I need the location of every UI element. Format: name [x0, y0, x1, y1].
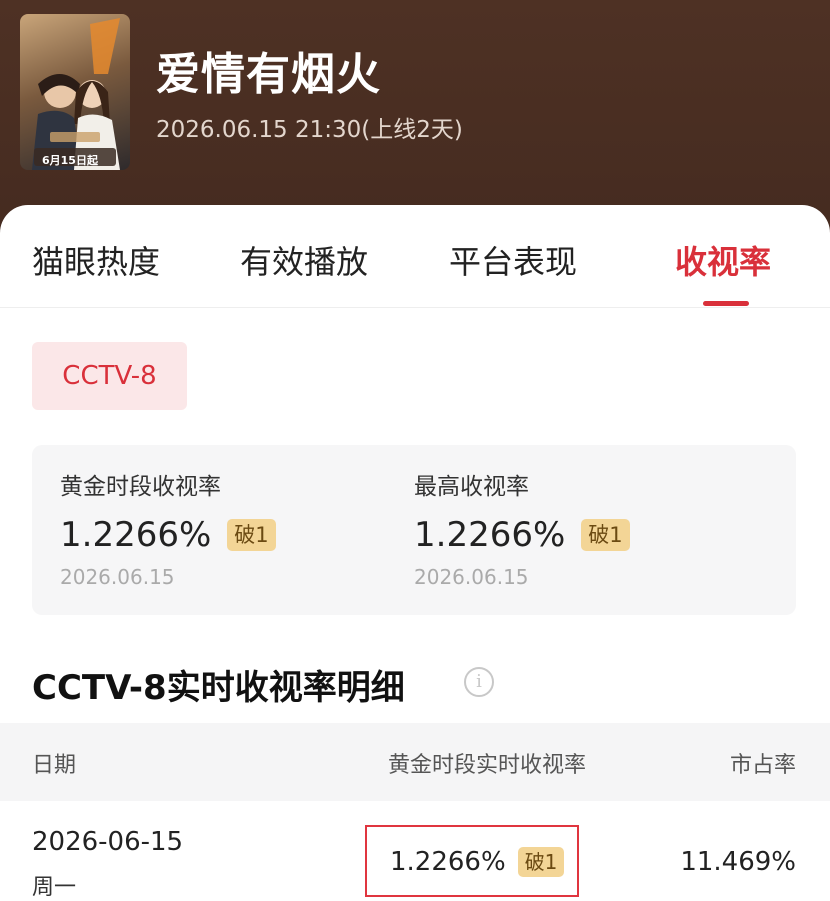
poster-image[interactable]: 6月15日起: [20, 14, 130, 170]
tab-ratings[interactable]: 收视率: [675, 237, 771, 283]
poster-date-text: 6月15日起: [42, 154, 98, 167]
break-one-badge: 破1: [581, 519, 630, 551]
row-rating-cell: 1.2266% 破1: [390, 847, 565, 877]
prime-time-rating-stat: 黄金时段收视率 1.2266% 破1 2026.06.15: [60, 467, 276, 589]
show-release-info: 2026.06.15 21:30(上线2天): [156, 117, 463, 143]
tab-bar: 猫眼热度 有效播放 平台表现 收视率: [0, 205, 830, 308]
tab-platform-performance[interactable]: 平台表现: [449, 237, 577, 283]
peak-rating-date: 2026.06.15: [414, 565, 529, 589]
table-header: 日期 黄金时段实时收视率 市占率: [0, 723, 830, 801]
tab-maoyan-heat[interactable]: 猫眼热度: [32, 237, 160, 283]
header: 6月15日起 爱情有烟火 2026.06.15 21:30(上线2天): [0, 0, 830, 240]
column-header-date: 日期: [32, 753, 77, 778]
content-card: 猫眼热度 有效播放 平台表现 收视率 CCTV-8 黄金时段收视率 1.2266…: [0, 205, 830, 901]
break-one-badge: 破1: [227, 519, 276, 551]
column-header-prime-rating: 黄金时段实时收视率: [388, 753, 587, 778]
peak-rating-value: 1.2266%: [414, 515, 566, 555]
row-market-share: 11.469%: [680, 847, 796, 877]
peak-rating-label: 最高收视率: [414, 474, 529, 500]
info-icon[interactable]: i: [464, 667, 494, 697]
peak-rating-stat: 最高收视率 1.2266% 破1 2026.06.15: [414, 467, 630, 589]
realtime-detail-title: CCTV-8实时收视率明细: [32, 668, 405, 708]
row-rating-value: 1.2266%: [390, 847, 506, 877]
poster-art: [32, 18, 120, 170]
tab-effective-plays[interactable]: 有效播放: [240, 237, 368, 283]
prime-time-rating-label: 黄金时段收视率: [60, 474, 221, 500]
prime-time-rating-date: 2026.06.15: [60, 565, 175, 589]
row-date: 2026-06-15: [32, 827, 184, 857]
break-one-badge: 破1: [517, 847, 565, 877]
show-title: 爱情有烟火: [156, 49, 381, 100]
prime-time-rating-value: 1.2266%: [60, 515, 212, 555]
ratings-summary: 黄金时段收视率 1.2266% 破1 2026.06.15 最高收视率 1.22…: [32, 445, 796, 615]
column-header-market-share: 市占率: [729, 753, 796, 778]
active-tab-indicator: [703, 301, 749, 306]
table-row[interactable]: 2026-06-15 周一 1.2266% 破1 11.469%: [0, 801, 830, 901]
channel-chip-cctv8[interactable]: CCTV-8: [32, 342, 187, 410]
row-weekday: 周一: [32, 875, 77, 900]
